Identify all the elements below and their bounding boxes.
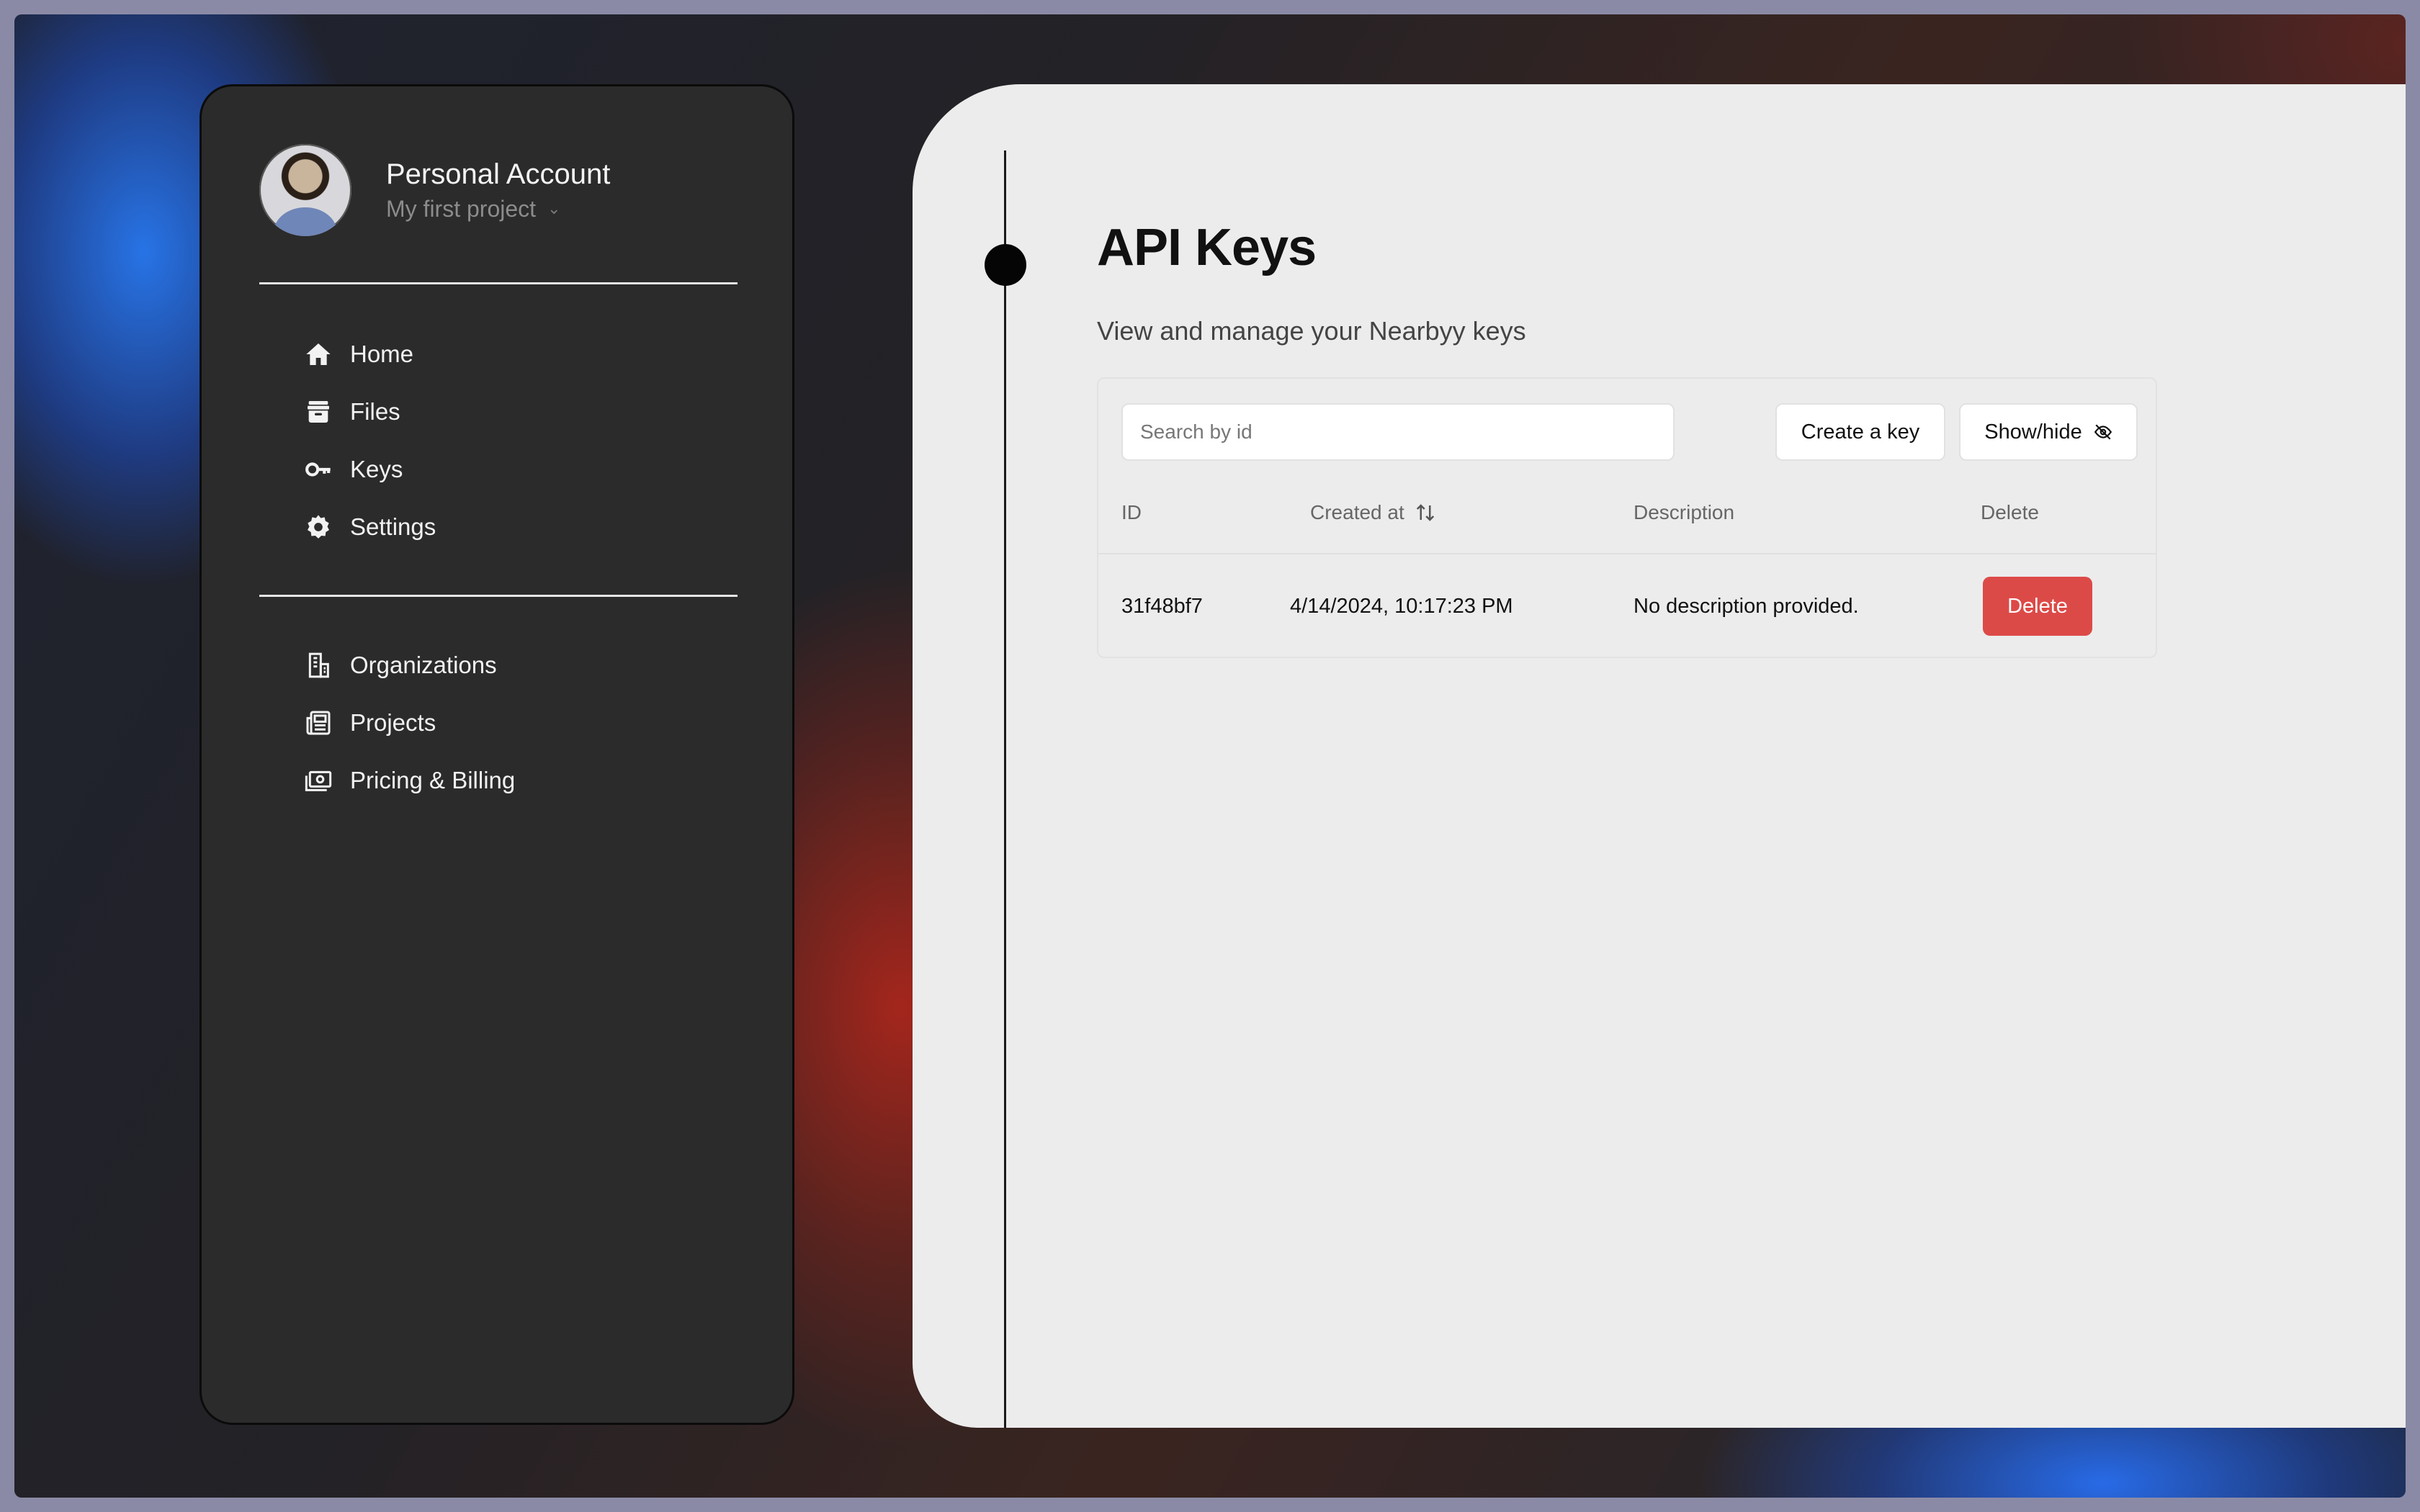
column-header-description: Description xyxy=(1634,501,1735,523)
project-name: My first project xyxy=(386,196,537,222)
cell-description: No description provided. xyxy=(1634,594,1859,618)
chevron-down-icon: ⌄ xyxy=(547,199,561,217)
account-name: Personal Account xyxy=(386,158,611,190)
sidebar-item-label: Settings xyxy=(350,513,436,540)
home-icon xyxy=(304,340,333,369)
api-keys-card: Create a key Show/hide ID Created at Des… xyxy=(1097,377,2157,658)
table-row: 31f48bf7 4/14/2024, 10:17:23 PM No descr… xyxy=(1098,554,2156,658)
key-icon xyxy=(304,455,333,484)
create-key-button[interactable]: Create a key xyxy=(1775,403,1945,461)
sidebar-item-settings[interactable]: Settings xyxy=(304,498,436,556)
money-icon xyxy=(304,766,333,795)
column-header-label: Created at xyxy=(1310,501,1404,523)
sidebar-item-keys[interactable]: Keys xyxy=(304,441,436,498)
page-title: API Keys xyxy=(1097,219,1317,276)
sidebar-item-label: Home xyxy=(350,341,414,367)
project-selector[interactable]: My first project ⌄ xyxy=(386,193,610,225)
create-key-label: Create a key xyxy=(1801,420,1920,444)
column-header-delete: Delete xyxy=(1981,501,2039,523)
avatar[interactable] xyxy=(259,144,351,236)
table-header: ID Created at Description Delete xyxy=(1098,472,2156,554)
timeline-dot xyxy=(985,244,1026,286)
sidebar-divider xyxy=(259,595,738,597)
column-header-created[interactable]: Created at xyxy=(1310,472,1436,553)
sort-icon[interactable] xyxy=(1415,502,1436,523)
sidebar-item-label: Projects xyxy=(350,709,436,736)
main-panel: API Keys View and manage your Nearbyy ke… xyxy=(913,84,2406,1428)
show-hide-label: Show/hide xyxy=(1984,420,2082,444)
column-header-id: ID xyxy=(1121,501,1142,523)
cell-id: 31f48bf7 xyxy=(1121,594,1203,618)
sidebar-item-label: Files xyxy=(350,398,400,425)
sidebar: Personal Account My first project ⌄ Home… xyxy=(200,84,794,1425)
sidebar-item-pricing-billing[interactable]: Pricing & Billing xyxy=(304,752,515,809)
archive-icon xyxy=(304,397,333,426)
sidebar-divider xyxy=(259,282,738,284)
show-hide-button[interactable]: Show/hide xyxy=(1959,403,2138,461)
search-input[interactable] xyxy=(1121,403,1675,461)
page-subtitle: View and manage your Nearbyy keys xyxy=(1097,316,1526,346)
newspaper-icon xyxy=(304,708,333,737)
timeline-line xyxy=(1004,150,1006,1428)
sidebar-item-home[interactable]: Home xyxy=(304,325,436,383)
sidebar-item-files[interactable]: Files xyxy=(304,383,436,441)
sidebar-item-label: Pricing & Billing xyxy=(350,767,516,793)
sidebar-item-projects[interactable]: Projects xyxy=(304,694,515,752)
gear-icon xyxy=(304,513,333,541)
sidebar-item-label: Organizations xyxy=(350,652,497,678)
eye-off-icon xyxy=(2094,423,2112,441)
screen-frame: Personal Account My first project ⌄ Home… xyxy=(0,0,2420,1512)
account-switcher[interactable]: Personal Account My first project ⌄ xyxy=(259,144,610,236)
primary-nav: Home Files Keys Settings xyxy=(304,325,436,556)
cell-created: 4/14/2024, 10:17:23 PM xyxy=(1290,594,1513,618)
delete-button[interactable]: Delete xyxy=(1983,577,2092,636)
sidebar-item-organizations[interactable]: Organizations xyxy=(304,636,515,694)
secondary-nav: Organizations Projects Pricing & Billing xyxy=(304,636,515,809)
building-icon xyxy=(304,651,333,680)
sidebar-item-label: Keys xyxy=(350,456,403,482)
